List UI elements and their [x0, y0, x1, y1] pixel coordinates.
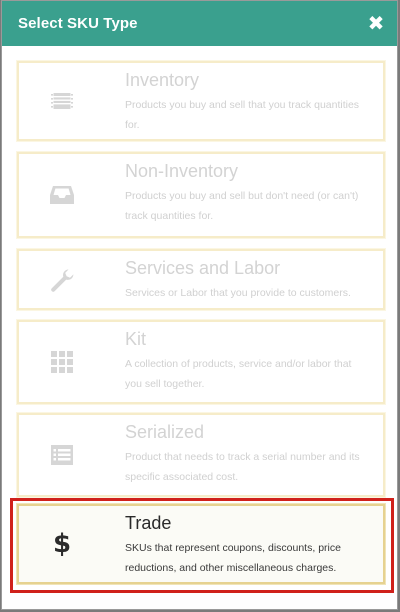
sku-type-card-trade[interactable]: $ Trade SKUs that represent coupons, dis… — [17, 504, 385, 584]
dollar-glyph: $ — [52, 529, 72, 559]
sku-type-title: Services and Labor — [125, 258, 281, 278]
sku-type-description: SKUs that represent coupons, discounts, … — [125, 542, 341, 574]
sku-type-title: Inventory — [125, 70, 200, 90]
close-icon[interactable]: ✖ — [367, 14, 385, 34]
sku-type-description: Services or Labor that you provide to cu… — [125, 287, 351, 299]
sku-type-card-non-inventory[interactable]: Non-Inventory Products you buy and sell … — [17, 152, 385, 238]
dialog-header: Select SKU Type ✖ — [2, 1, 397, 46]
grid-icon — [19, 322, 105, 402]
sku-type-description: Products you buy and sell but don't need… — [125, 190, 359, 222]
sku-type-card-serialized[interactable]: Serialized Product that needs to track a… — [17, 413, 385, 497]
dialog-title: Select SKU Type — [18, 15, 138, 32]
select-sku-type-dialog: Select SKU Type ✖ Inventory Products you… — [1, 0, 398, 610]
inbox-tray-icon — [19, 154, 105, 236]
barcode-icon — [19, 63, 105, 139]
sku-type-card-services-and-labor[interactable]: Services and Labor Services or Labor tha… — [17, 249, 385, 310]
sku-type-description: A collection of products, service and/or… — [125, 358, 352, 390]
list-icon — [19, 415, 105, 495]
wrench-icon — [19, 251, 105, 308]
sku-type-card-inventory[interactable]: Inventory Products you buy and sell that… — [17, 61, 385, 141]
sku-type-description: Products you buy and sell that you track… — [125, 99, 360, 131]
sku-type-title: Serialized — [125, 422, 205, 442]
sku-type-card-kit[interactable]: Kit A collection of products, service an… — [17, 320, 385, 404]
sku-type-title: Kit — [125, 329, 147, 349]
sku-type-title: Trade — [125, 513, 172, 533]
sku-type-description: Product that needs to track a serial num… — [125, 451, 360, 483]
dollar-icon: $ — [19, 506, 105, 582]
sku-type-title: Non-Inventory — [125, 161, 239, 181]
